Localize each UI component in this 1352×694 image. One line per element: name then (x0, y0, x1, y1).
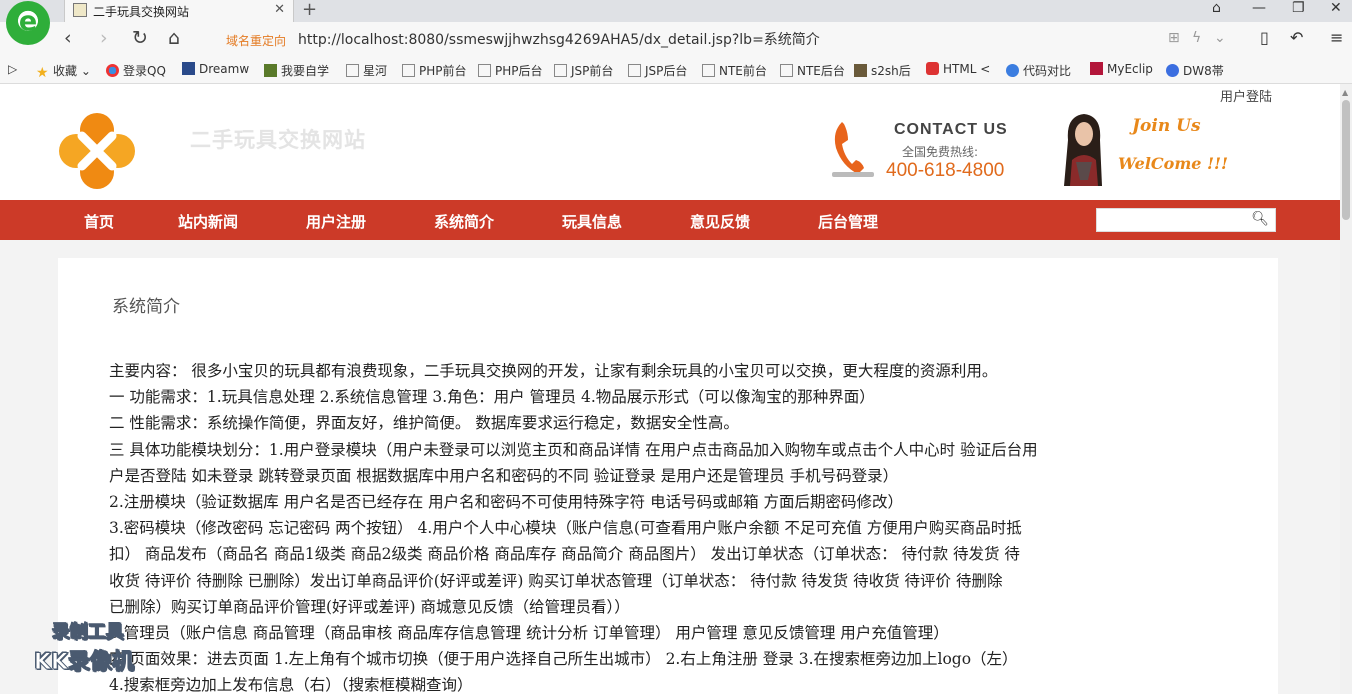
bookmark-item[interactable]: 登录QQ (106, 62, 166, 79)
search-input[interactable]: 🔍︎ (1096, 208, 1276, 232)
nav-item-admin[interactable]: 后台管理 (818, 211, 878, 232)
description-line: 一 功能需求：1.玩具信息处理 2.系统信息管理 3.角色：用户 管理员 4.物… (109, 388, 875, 407)
site-name: 二手玩具交换网站 (190, 127, 366, 152)
bookmark-page-icon (478, 64, 491, 77)
description-line: 扣） 商品发布（商品名 商品1级类 商品2级类 商品价格 商品库存 商品简介 商… (109, 545, 1020, 564)
bookmark-item[interactable]: s2sh后 (854, 62, 911, 79)
welcome-text: WelCome !!! (1118, 154, 1229, 173)
nav-item-feedback[interactable]: 意见反馈 (690, 211, 750, 232)
nav-item-register[interactable]: 用户注册 (306, 211, 366, 232)
redirect-label: 域名重定向 (226, 34, 287, 48)
reload-icon[interactable]: ↻ (132, 27, 148, 49)
main-nav: 首页 站内新闻 用户注册 系统简介 玩具信息 意见反馈 后台管理 🔍︎ (0, 200, 1340, 240)
undo-icon[interactable]: ↶ (1290, 28, 1303, 47)
description-line: 5.管理员（账户信息 商品管理（商品审核 商品库存信息管理 统计分析 订单管理）… (109, 624, 949, 643)
hotline-number: 400-618-4800 (886, 160, 1005, 181)
hotline-label: 全国免费热线: (902, 145, 979, 159)
description-line: 四 页面效果：进去页面 1.左上角有个城市切换（便于用户选择自己所生出城市） 2… (109, 650, 1018, 669)
bookmark-favicon-icon (106, 64, 119, 77)
grid-icon[interactable]: ⊞ (1168, 30, 1180, 46)
nav-item-news[interactable]: 站内新闻 (178, 211, 238, 232)
bookmark-favicon-icon (1006, 64, 1019, 77)
description-line: 2.注册模块（验证数据库 用户名是否已经存在 用户名和密码不可使用特殊字符 电话… (109, 493, 904, 512)
minimize-icon[interactable]: — (1252, 0, 1266, 16)
bookmark-item[interactable]: NTE前台 (702, 62, 767, 79)
bookmark-favicon-icon (182, 62, 195, 75)
bookmark-item[interactable]: DW8帯 (1166, 62, 1224, 79)
bookmark-favicon-icon (1090, 62, 1103, 75)
scroll-up-icon[interactable]: ▲ (1342, 88, 1348, 97)
bookmark-favorites[interactable]: ★ 收藏 ⌄ (36, 62, 91, 81)
description-line: 户是否登陆 如未登录 跳转登录页面 根据数据库中用户名和密码的不同 验证登录 是… (109, 466, 899, 485)
bookmark-item[interactable]: Dreamw (182, 62, 249, 76)
nav-item-toys[interactable]: 玩具信息 (562, 211, 622, 232)
section-title: 系统简介 (112, 297, 180, 317)
address-bar[interactable]: http://localhost:8080/ssmeswjjhwzhsg4269… (298, 29, 820, 49)
description-line: 4.搜索框旁边加上发布信息（右）（搜索框模糊查询） (109, 676, 473, 694)
bookmark-item[interactable]: JSP前台 (554, 62, 613, 79)
bookmark-page-icon (554, 64, 567, 77)
chevron-down-icon[interactable]: ⌄ (1214, 30, 1226, 46)
browser-tab-bar: 二手玩具交换网站 ✕ + ⌂ — ❐ ✕ (0, 0, 1352, 22)
bookmark-page-icon (702, 64, 715, 77)
bookmark-favicon-icon (264, 64, 277, 77)
star-icon: ★ (36, 65, 49, 81)
bookmark-favicon-icon (1166, 64, 1179, 77)
nav-item-about[interactable]: 系统简介 (434, 211, 494, 232)
phone-icon (832, 122, 874, 177)
description-line: 3.密码模块（修改密码 忘记密码 两个按钮） 4.用户个人中心模块（账户信息(可… (109, 519, 1022, 538)
search-icon[interactable]: 🔍︎ (1251, 211, 1269, 227)
description-line: 三 具体功能模块划分：1.用户登录模块（用户未登录可以浏览主页和商品详情 在用户… (109, 440, 1038, 459)
bookmark-item[interactable]: 星河 (346, 62, 387, 79)
sidebar-toggle-icon[interactable]: ▷ (8, 62, 17, 76)
shirt-icon[interactable]: ⌂ (1212, 0, 1221, 16)
scroll-thumb[interactable] (1342, 100, 1350, 220)
bookmark-item[interactable]: 代码对比 (1006, 62, 1071, 79)
description-line: 二 性能需求：系统操作简便，界面友好，维护简便。 数据库要求运行稳定，数据安全性… (109, 414, 739, 433)
bookmark-favicon-icon (854, 64, 867, 77)
reader-icon[interactable]: ▯ (1260, 28, 1269, 47)
bookmark-page-icon (402, 64, 415, 77)
description-text: 主要内容： 很多小宝贝的玩具都有浪费现象，二手玩具交换网的开发，让家有剩余玩具的… (109, 358, 1224, 694)
bookmark-favicon-icon (926, 62, 939, 75)
restore-icon[interactable]: ❐ (1292, 0, 1305, 16)
bookmarks-bar: ▷ ★ 收藏 ⌄ 登录QQ Dreamw 我要自学 星河 PHP前台 PHP后台 … (0, 56, 1352, 84)
forward-icon[interactable]: › (100, 27, 108, 49)
home-icon[interactable]: ⌂ (168, 27, 180, 49)
bookmark-page-icon (780, 64, 793, 77)
lightning-icon[interactable]: ϟ (1192, 30, 1201, 46)
back-icon[interactable]: ‹ (64, 27, 72, 49)
bookmark-item[interactable]: 我要自学 (264, 62, 329, 79)
watermark-line: 录制工具 (52, 622, 125, 644)
bookmark-item[interactable]: PHP后台 (478, 62, 543, 79)
watermark-line: KK录像机 (33, 650, 135, 676)
site-logo-icon[interactable] (58, 112, 136, 190)
bookmark-page-icon (628, 64, 641, 77)
user-login-link[interactable]: 用户登陆 (1220, 86, 1272, 105)
close-tab-icon[interactable]: ✕ (274, 2, 285, 17)
bookmark-item[interactable]: JSP后台 (628, 62, 687, 79)
tab-title: 二手玩具交换网站 (93, 5, 190, 19)
address-toolbar: ‹ › ↻ ⌂ 域名重定向 http://localhost:8080/ssme… (0, 22, 1352, 56)
browser-tab[interactable]: 二手玩具交换网站 ✕ (64, 0, 294, 22)
contact-title: CONTACT US (894, 121, 1008, 138)
join-us-text: Join Us (1132, 116, 1201, 136)
menu-icon[interactable]: ≡ (1330, 28, 1343, 47)
bookmark-page-icon (346, 64, 359, 77)
description-line: 收货 待评价 待删除 已删除）发出订单商品评价(好评或差评) 购买订单状态管理（… (109, 571, 1003, 590)
web-page: 用户登陆 二手玩具交换网站 CONTACT US 全国免费热线: 400-618… (0, 84, 1340, 694)
page-favicon-icon (73, 3, 87, 17)
new-tab-icon[interactable]: + (302, 0, 317, 20)
nav-item-home[interactable]: 首页 (84, 211, 114, 232)
description-line: 主要内容： 很多小宝贝的玩具都有浪费现象，二手玩具交换网的开发，让家有剩余玩具的… (109, 362, 998, 380)
recorder-watermark: 录制工具 KK录像机 (30, 618, 180, 678)
bookmark-item[interactable]: PHP前台 (402, 62, 467, 79)
avatar (1058, 110, 1108, 186)
bookmark-item[interactable]: HTML < (926, 62, 990, 76)
bookmark-item[interactable]: MyEclip (1090, 62, 1153, 76)
close-window-icon[interactable]: ✕ (1330, 0, 1342, 16)
browser-logo-icon[interactable]: e (6, 1, 50, 45)
description-line: 已删除）购买订单商品评价管理(好评或差评) 商城意见反馈（给管理员看）） (109, 597, 630, 616)
bookmark-item[interactable]: NTE后台 (780, 62, 845, 79)
